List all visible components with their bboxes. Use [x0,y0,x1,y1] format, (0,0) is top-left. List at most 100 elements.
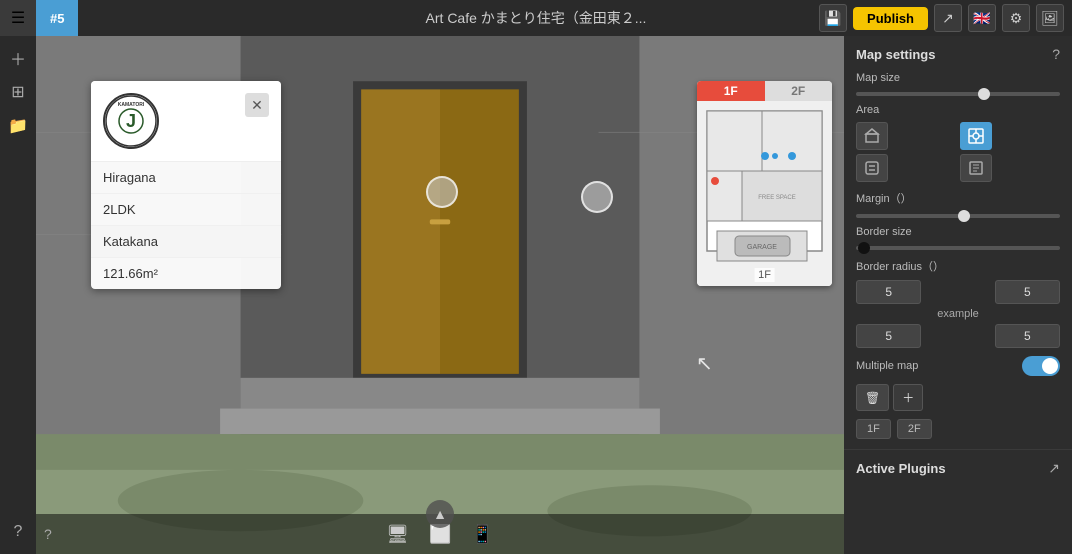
list-item: 121.66m² [91,258,281,289]
sidebar-item-add[interactable]: ＋ [4,44,32,72]
page-title: Art Cafe かまとり住宅（金田東２... [426,8,647,28]
active-plugins-header: Active Plugins ↗ [844,450,1072,487]
hamburger-icon: ☰ [11,8,25,28]
help-bottom-icon[interactable]: ? [44,526,52,542]
delete-icon: 🗑 [865,391,880,405]
settings-icon: ⚙ [1010,10,1023,27]
list-item: 2LDK [91,194,281,226]
save-icon: 💾 [824,10,841,27]
topbar-left: ☰ #5 [0,0,78,36]
svg-text:GARAGE: GARAGE [747,244,777,251]
border-radius-top-right[interactable] [995,280,1060,304]
up-arrow-button[interactable]: ▲ [426,500,454,528]
share-button[interactable]: ↗ [934,4,962,32]
svg-text:FREE SPACE: FREE SPACE [758,195,796,201]
hotspot-2[interactable] [581,181,613,213]
settings-button[interactable]: ⚙ [1002,4,1030,32]
map-actions: 🗑 ＋ [856,384,1060,411]
floor-tab-2f[interactable]: 2F [897,419,932,439]
map-size-label: Map size [856,72,1060,84]
image-button[interactable]: 🖼 [1036,4,1064,32]
area-icon-2 [968,128,984,144]
multiple-map-label: Multiple map [856,360,918,372]
border-radius-top-left[interactable] [856,280,921,304]
border-radius-label: Border radius（） [856,258,1060,274]
language-button[interactable]: 🇬🇧 [968,4,996,32]
topbar: ☰ #5 Art Cafe かまとり住宅（金田東２... 💾 Publish ↗… [0,0,1072,36]
folder-icon: 📁 [8,116,28,136]
border-size-slider[interactable] [856,246,1060,250]
floor-label: 1F [754,268,775,282]
margin-slider[interactable] [856,214,1060,218]
multiple-map-row: Multiple map [856,356,1060,376]
panel-help-icon[interactable]: ? [1052,46,1060,62]
main-layout: ＋ ⊞ 📁 ? [0,36,1072,554]
delete-map-button[interactable]: 🗑 [856,384,889,411]
floor-tab-1f[interactable]: 1F [856,419,891,439]
expand-icon[interactable]: ↗ [1048,460,1060,477]
image-icon: 🖼 [1041,10,1059,27]
info-card: KAMATORI J ✕ Hiragana 2LDK Katakana 121.… [91,81,281,289]
right-panel: Map settings ? Map size Area [844,36,1072,554]
area-btn-1[interactable] [856,122,888,150]
map-settings-section: Map settings ? Map size Area [844,36,1072,450]
example-label: example [925,308,990,320]
add-icon: ＋ [902,389,914,406]
floor-tabs-row: 1F 2F [856,419,1060,439]
active-plugins-title: Active Plugins [856,461,946,476]
area-buttons-grid [856,122,1060,182]
svg-text:KAMATORI: KAMATORI [118,102,145,108]
info-card-close-button[interactable]: ✕ [245,93,269,117]
multiple-map-toggle[interactable] [1022,356,1060,376]
save-button[interactable]: 💾 [819,4,847,32]
minimap-tabs: 1F 2F [697,81,832,101]
desktop-icon[interactable]: 🖥 [386,524,409,545]
info-card-body: Hiragana 2LDK Katakana 121.66m² [91,162,281,289]
grid-icon: ⊞ [11,82,24,102]
margin-label: Margin（） [856,190,1060,206]
border-radius-bottom-left[interactable] [856,324,921,348]
border-radius-bottom-right[interactable] [995,324,1060,348]
add-icon: ＋ [10,46,26,70]
add-map-button[interactable]: ＋ [893,384,923,411]
panel-header: Map settings ? [856,46,1060,62]
minimap-tab-1f[interactable]: 1F [697,81,765,101]
area-btn-4[interactable] [960,154,992,182]
border-size-thumb[interactable] [858,242,870,254]
minimap-tab-2f[interactable]: 2F [765,81,833,101]
toggle-knob [1042,358,1058,374]
area-btn-2[interactable] [960,122,992,150]
hamburger-button[interactable]: ☰ [0,0,36,36]
map-size-thumb[interactable] [978,88,990,100]
sidebar-item-folder[interactable]: 📁 [4,112,32,140]
map-size-slider[interactable] [856,92,1060,96]
publish-button[interactable]: Publish [853,7,928,30]
sidebar-item-grid[interactable]: ⊞ [4,78,32,106]
margin-thumb[interactable] [958,210,970,222]
area-icon-1 [864,128,880,144]
border-radius-grid: example [856,280,1060,348]
bottom-bar: ▲ 🖥 ⬜ 📱 ? [36,514,844,554]
minimap-content: FREE SPACE GARAGE 1F [697,101,832,286]
border-size-label: Border size [856,226,1060,238]
help-icon: ? [14,523,23,541]
list-item: Katakana [91,226,281,258]
panel-title: Map settings [856,47,935,62]
tab-number[interactable]: #5 [36,0,78,36]
viewport: KAMATORI J ✕ Hiragana 2LDK Katakana 121.… [36,36,844,554]
logo: KAMATORI J [103,93,159,149]
logo-svg: KAMATORI J [105,95,157,147]
minimap: 1F 2F FREE SPACE [697,81,832,286]
share-icon: ↗ [942,10,954,27]
sidebar-item-help[interactable]: ? [4,518,32,546]
area-label: Area [856,104,1060,116]
language-icon: 🇬🇧 [973,10,990,27]
hotspot-1[interactable] [426,176,458,208]
info-card-header: KAMATORI J ✕ [91,81,281,162]
area-btn-3[interactable] [856,154,888,182]
mobile-icon[interactable]: 📱 [471,524,493,545]
list-item: Hiragana [91,162,281,194]
left-sidebar: ＋ ⊞ 📁 ? [0,36,36,554]
topbar-actions: 💾 Publish ↗ 🇬🇧 ⚙ 🖼 [819,4,1072,32]
area-icon-3 [864,160,880,176]
